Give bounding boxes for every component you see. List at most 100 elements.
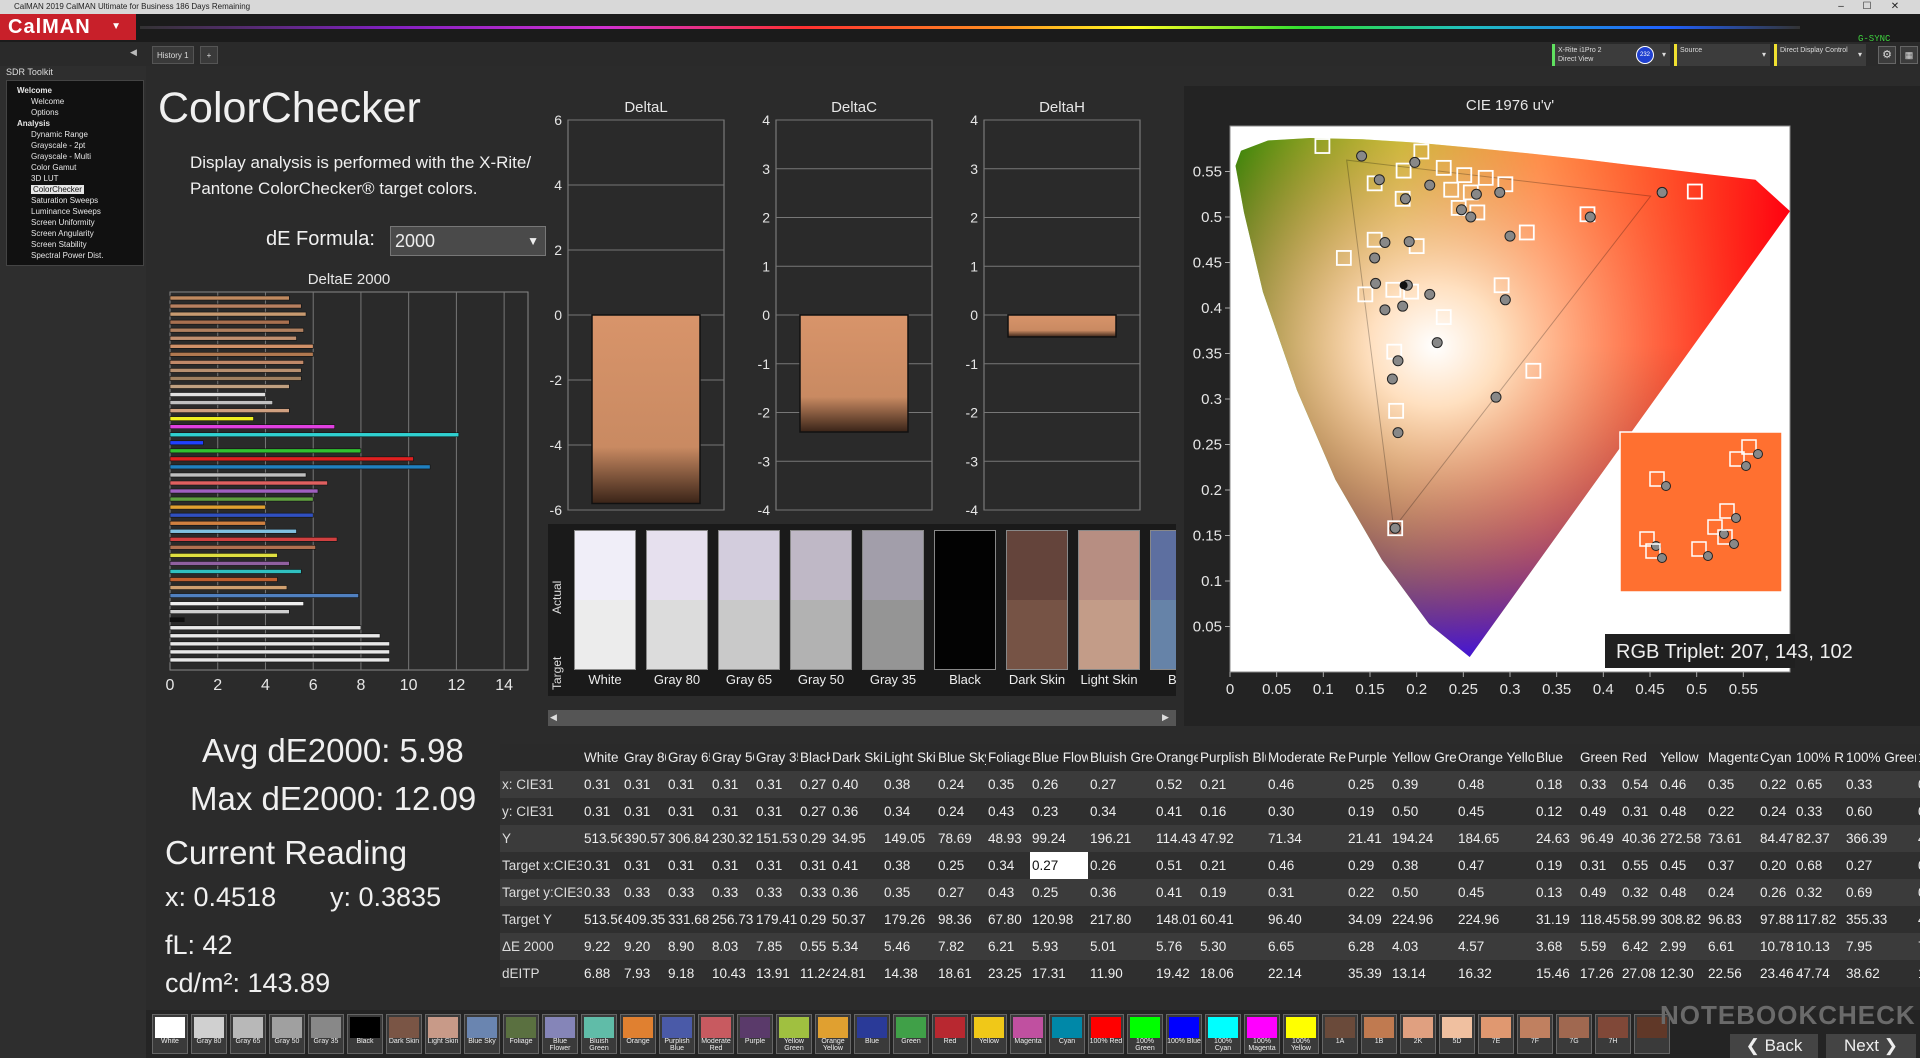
table-cell[interactable]: 0.13	[1534, 879, 1578, 906]
table-cell[interactable]: 18.61	[936, 960, 986, 987]
table-cell[interactable]: 0.55	[1620, 852, 1658, 879]
swatch-button[interactable]: Moderate Red	[698, 1014, 734, 1054]
table-cell[interactable]: 0.22	[1758, 771, 1794, 798]
table-cell[interactable]: 67.80	[986, 906, 1030, 933]
swatch-button[interactable]: 100% Cyan	[1205, 1014, 1241, 1054]
table-cell[interactable]: 0.31	[582, 798, 622, 825]
table-cell[interactable]: 13.14	[1390, 960, 1456, 987]
table-cell[interactable]: 7.85	[754, 933, 798, 960]
table-cell[interactable]: 58.99	[1620, 906, 1658, 933]
table-cell[interactable]: 0.54	[1620, 771, 1658, 798]
table-cell[interactable]: 0.48	[1658, 879, 1706, 906]
table-cell[interactable]: 2.99	[1658, 933, 1706, 960]
table-cell[interactable]: 99.24	[1030, 825, 1088, 852]
table-cell[interactable]: 0.33	[666, 879, 710, 906]
chip-scrollbar[interactable]: ◀ ▶	[548, 710, 1176, 726]
table-cell[interactable]: 15.	[1916, 960, 1920, 987]
table-cell[interactable]: 5.59	[1578, 933, 1620, 960]
table-cell[interactable]: 0.0	[1916, 879, 1920, 906]
swatch-button[interactable]: Gray 65	[230, 1014, 266, 1054]
table-cell[interactable]: 6.28	[1346, 933, 1390, 960]
table-cell[interactable]: 0.50	[1390, 798, 1456, 825]
table-cell[interactable]: 224.96	[1390, 906, 1456, 933]
swatch-button[interactable]: 1A	[1322, 1014, 1358, 1054]
swatch-button[interactable]: Dark Skin	[386, 1014, 422, 1054]
table-cell[interactable]: 0.21	[1198, 771, 1266, 798]
scroll-left-icon[interactable]: ◀	[550, 712, 562, 724]
table-cell[interactable]: 0.27	[798, 771, 830, 798]
table-cell[interactable]: 308.82	[1658, 906, 1706, 933]
table-cell[interactable]: 6.21	[986, 933, 1030, 960]
table-cell[interactable]: 179.41	[754, 906, 798, 933]
swatch-button[interactable]: 2K	[1400, 1014, 1436, 1054]
swatch-button[interactable]: Gray 80	[191, 1014, 227, 1054]
table-cell[interactable]: 0.33	[754, 879, 798, 906]
table-cell[interactable]: 9.18	[666, 960, 710, 987]
table-cell[interactable]: 0.31	[582, 771, 622, 798]
swatch-button[interactable]: Cyan	[1049, 1014, 1085, 1054]
table-cell[interactable]: 50.37	[830, 906, 882, 933]
table-cell[interactable]: 0.27	[1844, 852, 1916, 879]
table-cell[interactable]: 0.38	[882, 852, 936, 879]
table-cell[interactable]: 84.47	[1758, 825, 1794, 852]
table-cell[interactable]: 6.61	[1706, 933, 1758, 960]
table-cell[interactable]: 11.90	[1088, 960, 1154, 987]
table-cell[interactable]: 0.22	[1346, 879, 1390, 906]
table-cell[interactable]: 0.31	[754, 771, 798, 798]
table-cell[interactable]: 179.26	[882, 906, 936, 933]
table-cell[interactable]: 0.46	[1266, 771, 1346, 798]
swatch-button[interactable]: Gray 50	[269, 1014, 305, 1054]
table-cell[interactable]: 98.36	[936, 906, 986, 933]
swatch-button[interactable]: 100% Blue	[1166, 1014, 1202, 1054]
swatch-button[interactable]: 100% Yellow	[1283, 1014, 1319, 1054]
table-cell[interactable]: 0.45	[1658, 852, 1706, 879]
table-cell[interactable]: 35.39	[1346, 960, 1390, 987]
table-cell[interactable]: 196.21	[1088, 825, 1154, 852]
table-cell[interactable]: 0.31	[582, 852, 622, 879]
table-cell[interactable]: 120.98	[1030, 906, 1088, 933]
table-cell[interactable]: 0.24	[936, 771, 986, 798]
table-cell[interactable]: 23.46	[1758, 960, 1794, 987]
table-cell[interactable]: 0.1	[1916, 798, 1920, 825]
table-cell[interactable]: 0.12	[1534, 798, 1578, 825]
table-cell[interactable]: 0.33	[1578, 771, 1620, 798]
table-cell[interactable]: 0.31	[710, 798, 754, 825]
table-cell[interactable]: 47.74	[1794, 960, 1844, 987]
next-button[interactable]: Next ❯	[1826, 1034, 1916, 1058]
sidebar-item[interactable]: 3D LUT	[7, 173, 143, 184]
table-cell[interactable]: 0.43	[986, 879, 1030, 906]
table-cell[interactable]: 10.13	[1794, 933, 1844, 960]
table-cell[interactable]: 0.24	[1706, 879, 1758, 906]
swatch-button[interactable]: 100% Magenta	[1244, 1014, 1280, 1054]
source-selector[interactable]: Source ▾	[1674, 44, 1770, 66]
swatch-button[interactable]: Gray 35	[308, 1014, 344, 1054]
table-cell[interactable]: 0.48	[1658, 798, 1706, 825]
table-cell[interactable]: 0.31	[710, 852, 754, 879]
swatch-button[interactable]: 7F	[1517, 1014, 1553, 1054]
table-cell[interactable]: 0.36	[830, 879, 882, 906]
maximize-button[interactable]: ☐	[1856, 0, 1878, 14]
table-cell[interactable]: 118.45	[1578, 906, 1620, 933]
table-cell[interactable]: 0.55	[798, 933, 830, 960]
table-cell[interactable]: 40.	[1916, 906, 1920, 933]
table-cell[interactable]: 0.31	[710, 771, 754, 798]
table-cell[interactable]: 230.32	[710, 825, 754, 852]
swatch-button[interactable]: Red	[932, 1014, 968, 1054]
swatch-button[interactable]: Purple	[737, 1014, 773, 1054]
layout-icon[interactable]: ▦	[1900, 46, 1918, 64]
table-cell[interactable]: 194.24	[1390, 825, 1456, 852]
table-cell[interactable]: 0.49	[1578, 798, 1620, 825]
table-cell[interactable]: 82.37	[1794, 825, 1844, 852]
table-cell[interactable]: 117.82	[1794, 906, 1844, 933]
table-cell[interactable]: 21.41	[1346, 825, 1390, 852]
table-cell[interactable]: 0.27	[1088, 771, 1154, 798]
table-cell[interactable]: 0.19	[1198, 879, 1266, 906]
table-cell[interactable]: 19.42	[1154, 960, 1198, 987]
sidebar-item[interactable]: Screen Stability	[7, 239, 143, 250]
table-cell[interactable]: 5.76	[1154, 933, 1198, 960]
swatch-button[interactable]: Blue	[854, 1014, 890, 1054]
table-cell[interactable]: 96.40	[1266, 906, 1346, 933]
table-cell[interactable]: 0.27	[1030, 852, 1088, 879]
table-cell[interactable]: 0.31	[666, 771, 710, 798]
table-cell[interactable]: 0.38	[882, 771, 936, 798]
